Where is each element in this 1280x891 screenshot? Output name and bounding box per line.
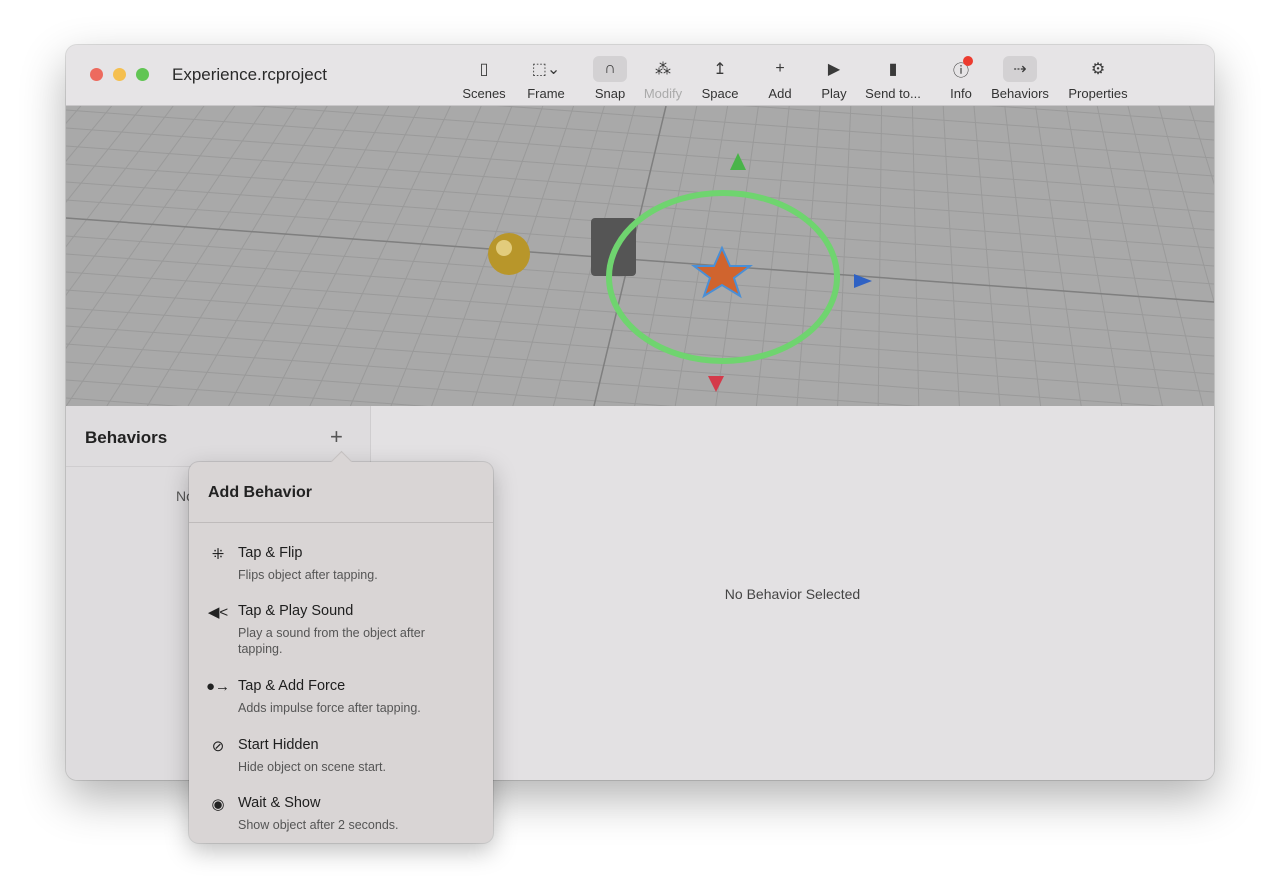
toolbar-add-button[interactable]: + Add	[750, 56, 810, 101]
toolbar-frame-button[interactable]: ⬚⌄ Frame	[516, 56, 576, 101]
behavior-option[interactable]: ●→ Tap & Add Force Adds impulse force afte…	[189, 678, 493, 728]
play-icon: ▶	[827, 61, 841, 78]
popover-title: Add Behavior	[208, 484, 313, 501]
toolbar-label: Modify	[643, 86, 683, 101]
scene-grid	[66, 45, 1214, 663]
toolbar-behaviors-button[interactable]: ⇢ Behaviors	[990, 56, 1050, 101]
toolbar-play-button[interactable]: ▶ Play	[804, 56, 864, 101]
minimize-button[interactable]	[113, 68, 126, 81]
toolbar-sendto-button[interactable]: ▮ Send to...	[863, 56, 923, 101]
space-icon: ↥	[713, 61, 727, 78]
magnet-icon: ∩	[593, 56, 627, 82]
toolbar-label: Snap	[594, 86, 626, 101]
titlebar: Experience.rcproject ▯ Scenes ⬚⌄ Frame ∩ Snap…	[66, 45, 1214, 106]
behavior-detail-panel: No Behavior Selected	[371, 406, 1214, 780]
behavior-description: Show object after 2 seconds.	[238, 818, 399, 832]
behavior-option[interactable]: ◀< Tap & Play Sound Play a sound from the …	[189, 603, 493, 656]
toolbar-label: Properties	[1068, 86, 1128, 101]
no-behavior-selected: No Behavior Selected	[724, 586, 861, 602]
toolbar-scenes-button[interactable]: ▯ Scenes	[454, 56, 514, 101]
add-behavior-popover: Add Behavior ⁜ Tap & Flip Flips object aft…	[189, 462, 493, 843]
toolbar-info-button[interactable]: ⓘ Info	[931, 56, 991, 101]
behavior-option[interactable]: ◉ Wait & Show Show object after 2 seconds.	[189, 795, 493, 845]
eye-icon: ◉	[211, 796, 225, 813]
behavior-name: Wait & Show	[238, 795, 321, 811]
flip-icon: ⁜	[211, 546, 225, 563]
plus-icon: +	[775, 60, 785, 77]
close-button[interactable]	[90, 68, 103, 81]
behavior-name: Tap & Add Force	[238, 678, 346, 694]
sidebar-icon: ▯	[479, 61, 489, 78]
toolbar-label: Frame	[527, 86, 565, 101]
behavior-description: Adds impulse force after tapping.	[238, 701, 421, 715]
behavior-description: Flips object after tapping.	[238, 568, 378, 582]
toolbar-snap-button[interactable]: ∩ Snap	[580, 56, 640, 101]
gear-icon: ⚙	[1090, 61, 1106, 78]
toolbar-label: Send to...	[865, 86, 921, 101]
force-icon: ●→	[206, 678, 231, 695]
behaviors-icon: ⇢	[1003, 56, 1037, 82]
behavior-option[interactable]: ⊘ Start Hidden Hide object on scene start.	[189, 737, 493, 787]
toolbar-label: Play	[821, 86, 847, 101]
behavior-name: Tap & Play Sound	[238, 603, 354, 619]
toolbar-properties-button[interactable]: ⚙ Properties	[1068, 56, 1128, 101]
frame-icon: ⬚⌄	[531, 61, 561, 78]
toolbar-label: Scenes	[462, 86, 506, 101]
toolbar-space-button[interactable]: ↥ Space	[690, 56, 750, 101]
info-icon: ⓘ	[944, 56, 978, 82]
toolbar-label: Add	[768, 86, 792, 101]
y-axis-handle[interactable]	[730, 153, 746, 170]
neg-y-axis-handle[interactable]	[708, 376, 724, 392]
toolbar-modify-button[interactable]: ⁂ Modify	[633, 56, 693, 101]
modify-icon: ⁂	[655, 61, 671, 78]
3d-viewport[interactable]	[66, 45, 1214, 663]
star-object[interactable]	[691, 245, 753, 299]
add-behavior-button[interactable]: +	[330, 424, 343, 450]
behavior-description: Play a sound from the object after tappi…	[238, 626, 425, 656]
toolbar-label: Space	[701, 86, 739, 101]
behavior-option[interactable]: ⁜ Tap & Flip Flips object after tapping.	[189, 545, 493, 595]
behaviors-title: Behaviors	[85, 428, 168, 447]
send-icon: ▮	[888, 61, 898, 78]
eye-slash-icon: ⊘	[211, 738, 225, 755]
toolbar-label: Info	[950, 86, 972, 101]
behavior-description: Hide object on scene start.	[238, 760, 386, 774]
window-title: Experience.rcproject	[172, 65, 327, 84]
toolbar-label: Behaviors	[991, 86, 1049, 101]
zoom-button[interactable]	[136, 68, 149, 81]
behavior-name: Start Hidden	[238, 737, 319, 753]
speaker-icon: ◀<	[207, 604, 229, 621]
behavior-name: Tap & Flip	[238, 545, 303, 561]
notification-badge	[963, 56, 973, 66]
